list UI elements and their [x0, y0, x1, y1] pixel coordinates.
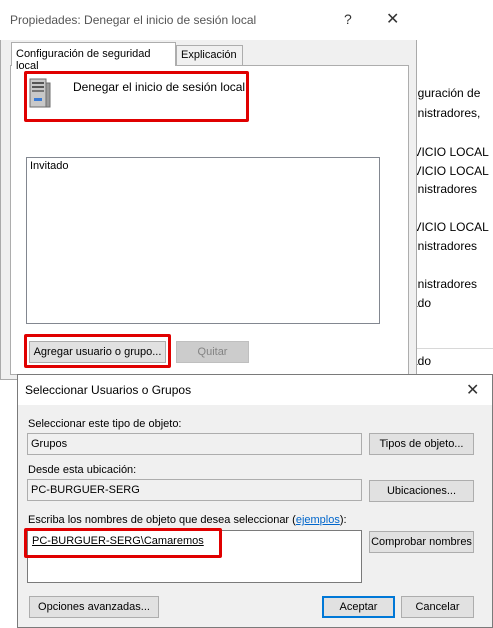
- object-type-value: Grupos: [31, 438, 68, 450]
- object-types-button[interactable]: Tipos de objeto...: [369, 433, 474, 455]
- help-icon[interactable]: ?: [344, 11, 352, 27]
- highlight-box: [24, 334, 171, 368]
- locations-button[interactable]: Ubicaciones...: [369, 480, 474, 502]
- properties-title: Propiedades: Denegar el inicio de sesión…: [10, 13, 257, 27]
- object-type-label: Seleccionar este tipo de objeto:: [28, 418, 182, 430]
- bg-text: RVICIO LOCAL: [405, 220, 489, 234]
- names-label-suffix: ):: [339, 514, 347, 526]
- object-type-field: Grupos: [27, 433, 362, 455]
- tab-explanation[interactable]: Explicación: [176, 45, 243, 65]
- tab-label: Explicación: [181, 49, 237, 61]
- location-field: PC-BURGUER-SERG: [27, 479, 362, 501]
- highlight-box: [24, 71, 249, 122]
- bg-text: RVICIO LOCAL: [405, 164, 489, 178]
- members-listbox[interactable]: Invitado: [26, 157, 380, 324]
- location-label: Desde esta ubicación:: [28, 464, 137, 476]
- close-icon[interactable]: ✕: [386, 9, 399, 29]
- advanced-options-button[interactable]: Opciones avanzadas...: [29, 596, 159, 618]
- examples-link[interactable]: ejemplos: [296, 514, 340, 526]
- remove-button: Quitar: [176, 341, 249, 363]
- select-dialog-title: Seleccionar Usuarios o Grupos: [25, 383, 192, 397]
- background-policy-list: nfiguración de ministradores, RVICIO LOC…: [405, 70, 493, 370]
- cancel-button[interactable]: Cancelar: [401, 596, 474, 618]
- ok-button[interactable]: Aceptar: [322, 596, 395, 618]
- check-names-button[interactable]: Comprobar nombres: [369, 531, 474, 553]
- location-value: PC-BURGUER-SERG: [31, 484, 140, 496]
- bg-divider: [405, 348, 493, 349]
- highlight-box: [24, 528, 222, 558]
- list-item[interactable]: Invitado: [30, 160, 69, 172]
- names-label-prefix: Escriba los nombres de objeto que desea …: [28, 514, 296, 526]
- close-icon[interactable]: ✕: [466, 380, 479, 400]
- names-label: Escriba los nombres de objeto que desea …: [28, 514, 347, 526]
- tab-local-security-setting[interactable]: Configuración de seguridad local: [11, 42, 176, 72]
- bg-text: RVICIO LOCAL: [405, 145, 489, 159]
